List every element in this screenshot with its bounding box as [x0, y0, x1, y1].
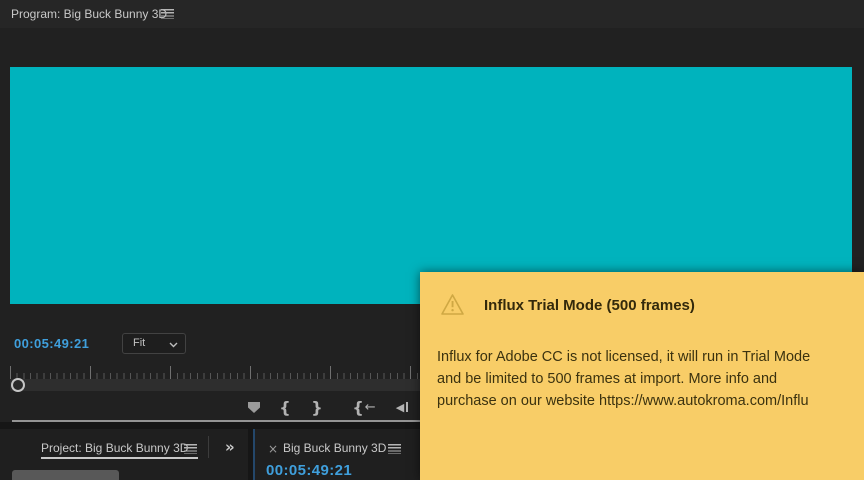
step-back-bar-icon [406, 402, 408, 412]
program-panel-header: Program: Big Buck Bunny 3D [0, 0, 864, 28]
playhead-handle[interactable] [11, 378, 25, 392]
popup-body-line: Influx for Adobe CC is not licensed, it … [437, 346, 864, 368]
add-marker-button[interactable] [243, 394, 265, 420]
chevron-down-icon [169, 342, 178, 348]
popup-body-line: purchase on our website https://www.auto… [437, 390, 864, 412]
mark-in-button[interactable]: { [276, 394, 294, 420]
popup-title: Influx Trial Mode (500 frames) [484, 297, 695, 314]
zoom-level-value: Fit [133, 337, 145, 349]
project-panel-menu-icon[interactable] [184, 444, 197, 454]
step-back-icon: ◀ [396, 401, 404, 414]
sequence-timecode[interactable]: 00:05:49:21 [266, 462, 352, 479]
project-bin-item[interactable] [12, 470, 119, 480]
tab-project[interactable]: Project: Big Buck Bunny 3D [41, 441, 188, 455]
active-tab-underline [41, 457, 198, 459]
left-arrow-icon: ← [365, 400, 376, 415]
influx-trial-popup: Influx Trial Mode (500 frames) Influx fo… [420, 272, 864, 480]
go-to-in-icon: { [352, 397, 363, 417]
premiere-workspace: Program: Big Buck Bunny 3D 00:05:49:21 F… [0, 0, 864, 480]
mark-in-icon: { [279, 398, 290, 417]
marker-icon [247, 401, 261, 414]
go-to-in-button[interactable]: { ← [350, 394, 378, 420]
mark-out-icon: } [311, 398, 322, 417]
program-video-frame [10, 67, 852, 304]
playhead-timecode[interactable]: 00:05:49:21 [14, 336, 89, 351]
program-panel-title: Program: Big Buck Bunny 3D [11, 7, 167, 21]
tab-divider [208, 436, 209, 458]
zoom-level-select[interactable]: Fit [122, 333, 186, 354]
mark-out-button[interactable]: } [308, 394, 326, 420]
warning-icon [440, 293, 465, 316]
panel-overflow-button[interactable]: » [225, 438, 235, 456]
timeline-panel-menu-icon[interactable] [388, 444, 401, 454]
tab-sequence[interactable]: Big Buck Bunny 3D [283, 441, 386, 455]
popup-body: Influx for Adobe CC is not licensed, it … [437, 346, 864, 412]
step-back-button[interactable]: ◀ [390, 394, 414, 420]
close-icon[interactable]: × [268, 442, 278, 456]
panel-menu-icon[interactable] [161, 9, 174, 19]
popup-body-line: and be limited to 500 frames at import. … [437, 368, 864, 390]
